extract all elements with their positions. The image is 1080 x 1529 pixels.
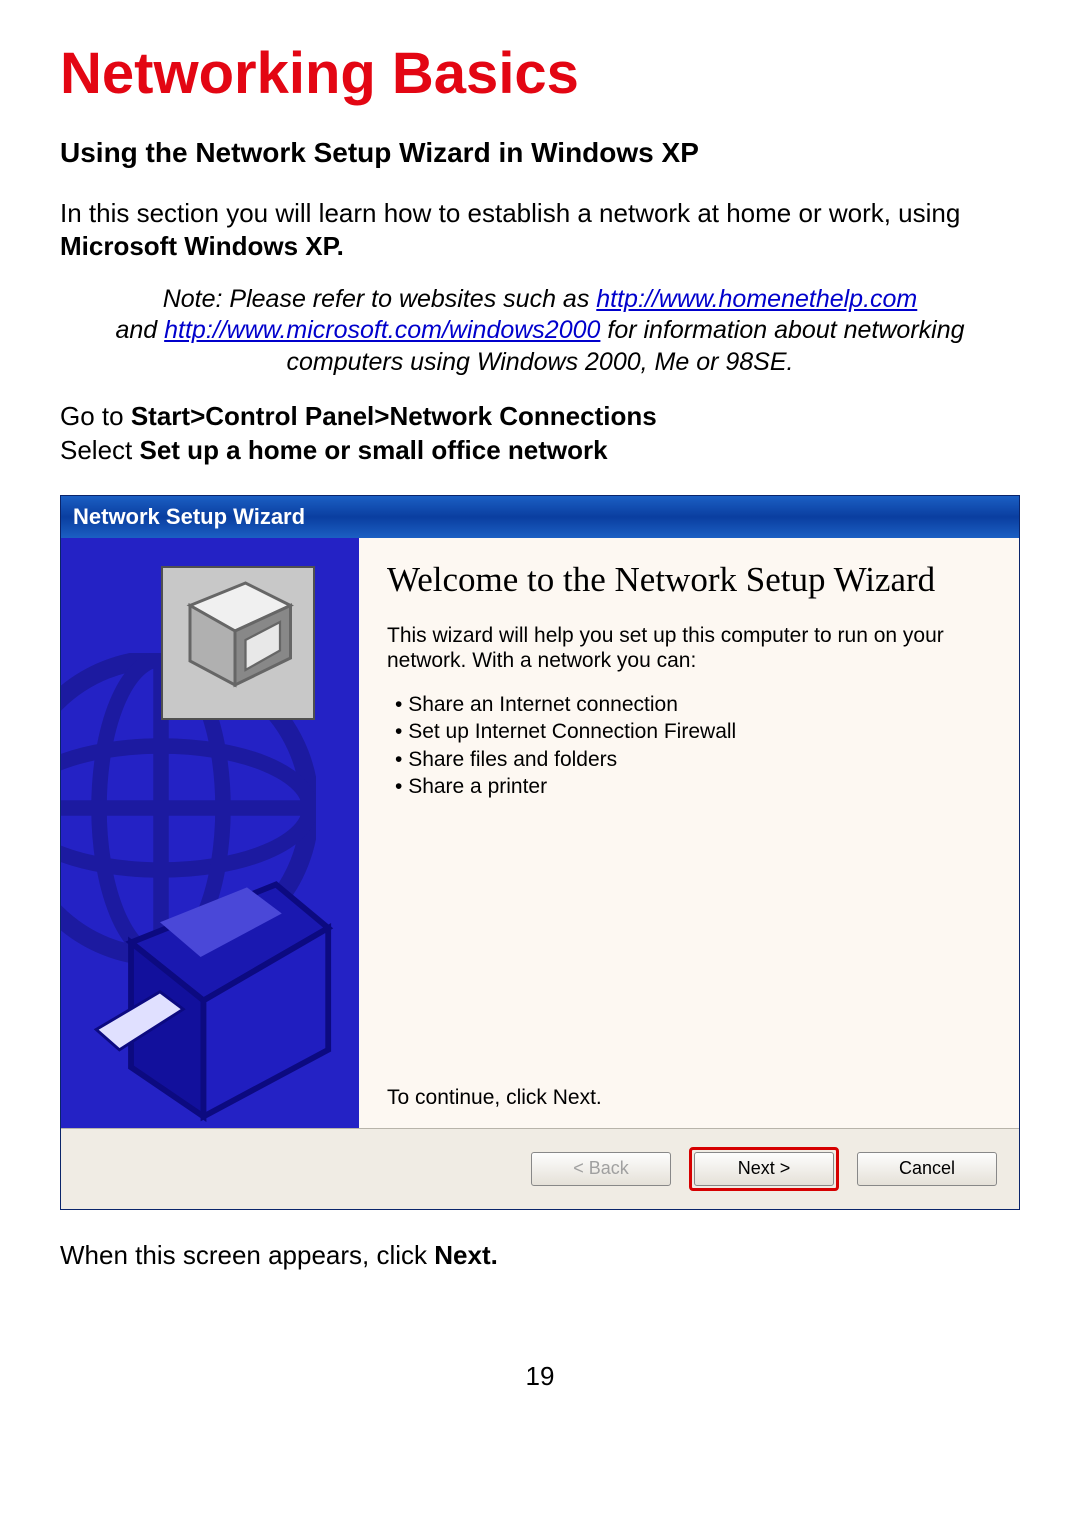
intro-bold: Microsoft Windows XP. [60, 231, 344, 261]
after-instruction: When this screen appears, click Next. [60, 1240, 1020, 1271]
note-paragraph: Note: Please refer to websites such as h… [60, 284, 1020, 378]
wizard-bullet: Share a printer [395, 773, 991, 800]
note-mid: and [115, 316, 164, 344]
dialog-titlebar: Network Setup Wizard [61, 496, 1019, 538]
wizard-bullet: Set up Internet Connection Firewall [395, 718, 991, 745]
intro-text: In this section you will learn how to es… [60, 198, 960, 228]
cancel-button[interactable]: Cancel [857, 1152, 997, 1186]
page-title: Networking Basics [60, 40, 1020, 107]
dialog-button-row: < Back Next > Cancel [61, 1128, 1019, 1209]
instr-mid: Select [60, 435, 140, 465]
page-number: 19 [60, 1361, 1020, 1392]
note-link-2[interactable]: http://www.microsoft.com/windows2000 [164, 316, 600, 344]
after-bold: Next. [434, 1240, 498, 1270]
next-button-highlight: Next > [689, 1147, 839, 1191]
wizard-sidebar-image [61, 538, 359, 1128]
instr-action: Set up a home or small office network [140, 435, 608, 465]
next-button[interactable]: Next > [694, 1152, 834, 1186]
instr-pre: Go to [60, 401, 131, 431]
after-pre: When this screen appears, click [60, 1240, 434, 1270]
instr-path: Start>Control Panel>Network Connections [131, 401, 657, 431]
intro-paragraph: In this section you will learn how to es… [60, 197, 1020, 262]
printer-icon [73, 836, 359, 1128]
instructions: Go to Start>Control Panel>Network Connec… [60, 400, 1020, 468]
wizard-bullet: Share files and folders [395, 746, 991, 773]
wizard-continue-text: To continue, click Next. [387, 1086, 991, 1110]
computer-photo-icon [161, 566, 315, 720]
note-link-1[interactable]: http://www.homenethelp.com [596, 285, 917, 313]
wizard-heading: Welcome to the Network Setup Wizard [387, 560, 991, 600]
back-button: < Back [531, 1152, 671, 1186]
wizard-description: This wizard will help you set up this co… [387, 623, 991, 673]
section-subtitle: Using the Network Setup Wizard in Window… [60, 137, 1020, 169]
wizard-dialog: Network Setup Wizard [60, 495, 1020, 1210]
wizard-bullet-list: Share an Internet connection Set up Inte… [387, 691, 991, 800]
note-pre: Note: Please refer to websites such as [163, 285, 597, 313]
wizard-bullet: Share an Internet connection [395, 691, 991, 718]
